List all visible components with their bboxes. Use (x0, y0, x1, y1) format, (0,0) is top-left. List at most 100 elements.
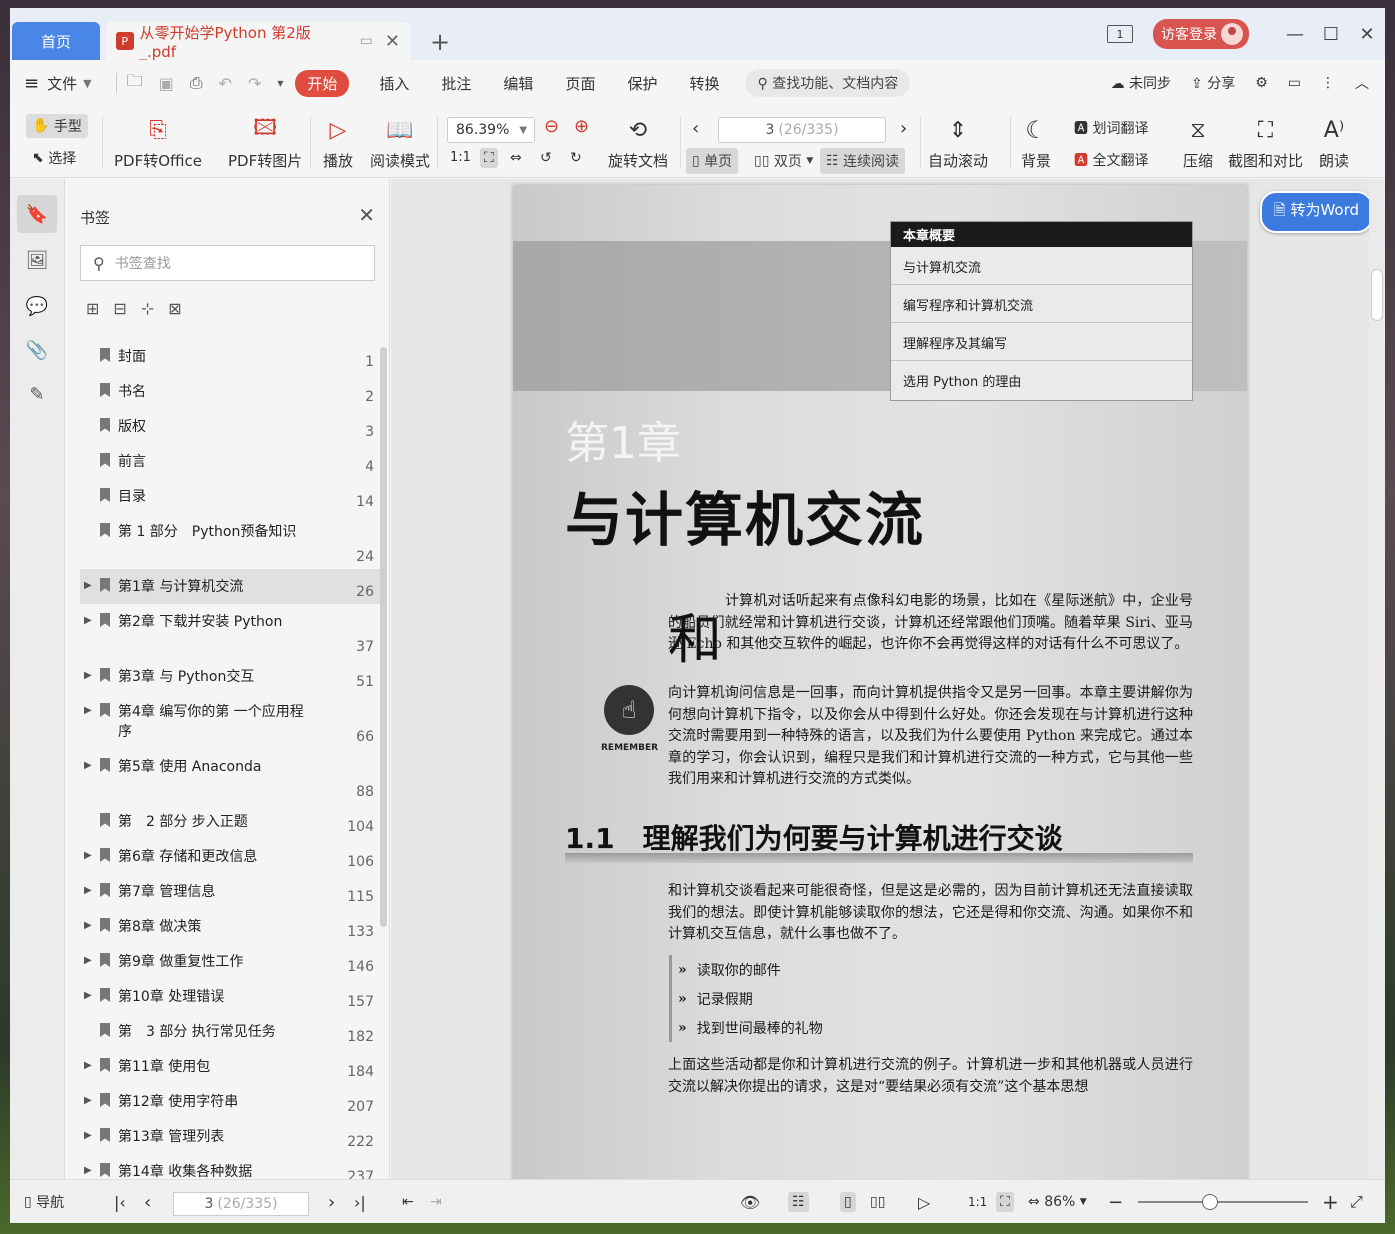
read-mode-button[interactable]: 📖 阅读模式 (370, 114, 430, 171)
single-mode-icon[interactable]: ▯ (840, 1180, 856, 1223)
tab-start[interactable]: 开始 (295, 69, 350, 97)
select-tool-button[interactable]: ⬉ 选择 (32, 148, 76, 168)
bookmark-item[interactable]: 前言 4 (80, 444, 380, 479)
bookmark-item[interactable]: 版权 3 (80, 409, 380, 444)
single-page-button[interactable]: ▯ 单页 (686, 148, 739, 174)
zoom-select[interactable]: 86.39% ▼ (447, 117, 535, 143)
panel-scrollbar[interactable] (380, 347, 387, 927)
delete-bookmark-icon[interactable]: ⊠ (168, 299, 181, 318)
close-window-button[interactable]: ✕ (1349, 24, 1385, 45)
navigation-toggle[interactable]: ▯ 导航 (24, 1180, 64, 1223)
collapse-all-icon[interactable]: ⊟ (113, 299, 126, 318)
thumbnail-icon[interactable]: 🖼 (17, 241, 57, 279)
more-icon[interactable]: ⋮ (1321, 75, 1335, 91)
next-page-icon[interactable]: › (900, 118, 907, 139)
bookmark-item[interactable]: ▶ 第13章 管理列表 222 (80, 1119, 380, 1154)
rotate-right-icon[interactable]: ↻ (570, 150, 582, 166)
actual-size-icon[interactable]: 1:1 (450, 150, 471, 165)
expand-arrow-icon[interactable]: ▶ (80, 1095, 94, 1106)
bookmark-item[interactable]: 第 2 部分 步入正题 104 (80, 804, 380, 839)
sync-button[interactable]: ☁ 未同步 (1111, 73, 1171, 93)
tab-edit[interactable]: 编辑 (503, 73, 533, 94)
tab-home[interactable]: 首页 (12, 22, 100, 60)
scrollbar-thumb[interactable] (1371, 269, 1383, 321)
save-icon[interactable]: ▣ (159, 74, 174, 93)
expand-arrow-icon[interactable]: ▶ (80, 885, 94, 896)
bookmark-item[interactable]: ▶ 第12章 使用字符串 207 (80, 1084, 380, 1119)
bookmark-item[interactable]: 第 3 部分 执行常见任务 182 (80, 1014, 380, 1049)
back-icon[interactable]: ⇤ (402, 1180, 414, 1223)
bookmark-item[interactable]: ▶ 第6章 存储和更改信息 106 (80, 839, 380, 874)
play-icon[interactable]: ▷ (918, 1180, 930, 1223)
function-search[interactable]: ⚲ 查找功能、文档内容 (745, 69, 911, 97)
open-folder-icon[interactable]: 🗀 (127, 70, 143, 97)
rotate-left-icon[interactable]: ↺ (540, 150, 552, 166)
tab-insert[interactable]: 插入 (379, 73, 409, 94)
bookmark-item[interactable]: 封面 1 (80, 339, 380, 374)
fit-page-icon[interactable]: ⛶ (480, 148, 498, 168)
bookmark-item[interactable]: 书名 2 (80, 374, 380, 409)
page-input[interactable]: 3 (26/335) (718, 117, 886, 143)
attachment-icon[interactable]: 📎 (17, 331, 57, 369)
expand-arrow-icon[interactable]: ▶ (80, 955, 94, 966)
close-panel-icon[interactable]: ✕ (358, 203, 375, 227)
pdf-to-office-button[interactable]: ⎘ PDF转Office (114, 114, 202, 171)
autoscroll-button[interactable]: ⇕ 自动滚动 (928, 114, 988, 171)
pin-icon[interactable]: ▭ (360, 33, 373, 49)
zoom-select[interactable]: ⇔ 86% ▼ (1028, 1180, 1087, 1223)
eye-protect-icon[interactable]: 👁 (740, 1180, 760, 1223)
screenshot-compare-button[interactable]: ⛶ 截图和对比 (1228, 114, 1303, 171)
undo-icon[interactable]: ↶ (219, 74, 232, 93)
prev-page-icon[interactable]: ‹ (144, 1180, 151, 1223)
bookmark-item[interactable]: 目录 14 (80, 479, 380, 514)
bookmark-item[interactable]: ▶ 第7章 管理信息 115 (80, 874, 380, 909)
actual-size-icon[interactable]: 1:1 (968, 1180, 987, 1223)
expand-arrow-icon[interactable]: ▶ (80, 1165, 94, 1176)
file-menu[interactable]: ≡ 文件 ▼ (24, 73, 92, 94)
comment-icon[interactable]: ▭ (1288, 75, 1301, 91)
expand-arrow-icon[interactable]: ▶ (80, 705, 94, 716)
zoom-out-button[interactable]: − (1108, 1180, 1123, 1223)
expand-arrow-icon[interactable]: ▶ (80, 615, 94, 626)
expand-arrow-icon[interactable]: ▶ (80, 580, 94, 591)
fit-page-icon[interactable]: ⛶ (996, 1180, 1014, 1223)
hand-tool-button[interactable]: ✋ 手型 (26, 114, 88, 138)
zoom-slider[interactable] (1138, 1194, 1308, 1210)
redo-icon[interactable]: ↷ (248, 74, 261, 93)
expand-arrow-icon[interactable]: ▶ (80, 760, 94, 771)
continuous-mode-icon[interactable]: ☷ (788, 1180, 809, 1223)
zoom-in-icon[interactable]: ⊕ (574, 116, 589, 137)
bookmark-item[interactable]: ▶ 第2章 下载并安装 Python 37 (80, 604, 380, 659)
add-bookmark-icon[interactable]: ⊹ (141, 299, 154, 318)
expand-all-icon[interactable]: ⊞ (86, 299, 99, 318)
pdf-to-image-button[interactable]: 🖾 PDF转图片 (228, 114, 302, 171)
login-button[interactable]: 访客登录 (1153, 19, 1249, 49)
expand-arrow-icon[interactable]: ▶ (80, 920, 94, 931)
minimize-button[interactable]: — (1277, 24, 1313, 45)
maximize-button[interactable]: ☐ (1313, 24, 1349, 45)
fit-width-icon[interactable]: ⇔ (510, 150, 522, 166)
settings-icon[interactable]: ⚙ (1255, 75, 1268, 91)
last-page-icon[interactable]: ›| (354, 1180, 366, 1223)
bookmark-item[interactable]: ▶ 第3章 与 Python交互 51 (80, 659, 380, 694)
bookmark-item[interactable]: ▶ 第11章 使用包 184 (80, 1049, 380, 1084)
full-translate-button[interactable]: 🅰 全文翻译 (1074, 150, 1148, 170)
comment-panel-icon[interactable]: 💬 (17, 287, 57, 325)
rotate-document-button[interactable]: ⟲ 旋转文档 (608, 114, 668, 171)
collapse-ribbon-icon[interactable]: ︿ (1355, 73, 1369, 93)
bookmark-item[interactable]: ▶ 第10章 处理错误 157 (80, 979, 380, 1014)
bookmark-item[interactable]: ▶ 第9章 做重复性工作 146 (80, 944, 380, 979)
read-aloud-button[interactable]: A⁾ 朗读 (1318, 114, 1350, 171)
status-page-input[interactable]: 3 (26/335) (173, 1192, 309, 1216)
bookmark-item[interactable]: ▶ 第1章 与计算机交流 26 (80, 569, 380, 604)
zoom-slider-knob[interactable] (1202, 1194, 1218, 1210)
bookmark-item[interactable]: 第 1 部分 Python预备知识 24 (80, 514, 380, 569)
zoom-out-icon[interactable]: ⊖ (544, 116, 559, 137)
word-translate-button[interactable]: 🅰 划词翻译 (1074, 118, 1148, 138)
fullscreen-icon[interactable]: ⤢ (1350, 1180, 1363, 1223)
share-button[interactable]: ⇪ 分享 (1191, 73, 1235, 93)
first-page-icon[interactable]: |‹ (114, 1180, 126, 1223)
compress-button[interactable]: ⧖ 压缩 (1182, 114, 1214, 171)
tab-annotate[interactable]: 批注 (441, 73, 471, 94)
tab-document[interactable]: P 从零开始学Python 第2版_.pdf ▭ ✕ (106, 22, 410, 61)
